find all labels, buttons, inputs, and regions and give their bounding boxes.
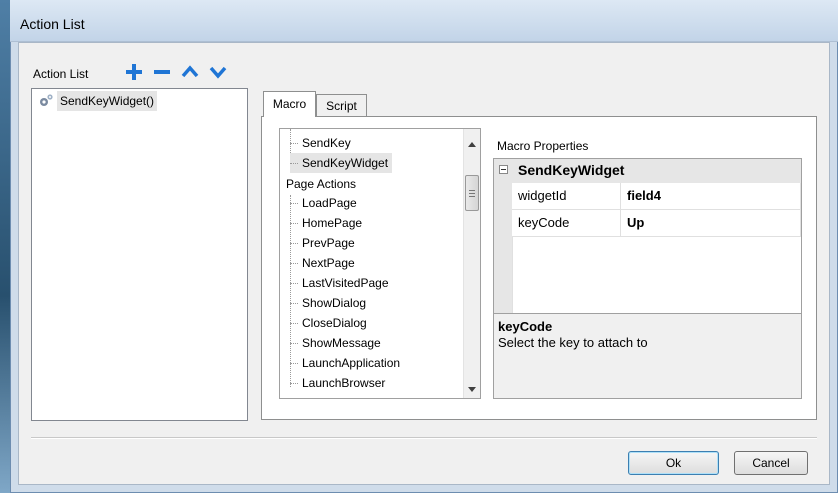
property-value[interactable]: Up: [621, 210, 801, 237]
tree-item[interactable]: LaunchBrowser: [290, 373, 385, 393]
help-title: keyCode: [498, 319, 553, 334]
property-help-panel: keyCode Select the key to attach to: [494, 313, 801, 398]
ok-button[interactable]: Ok: [628, 451, 719, 475]
property-category-title: SendKeyWidget: [518, 162, 625, 178]
tree-item[interactable]: LoadPage: [290, 193, 357, 213]
property-name[interactable]: keyCode: [512, 210, 621, 237]
arrow-down-icon[interactable]: [208, 62, 228, 82]
action-list-box[interactable]: SendKeyWidget(): [31, 88, 248, 421]
scroll-thumb[interactable]: [465, 175, 479, 211]
property-grid[interactable]: SendKeyWidget widgetId field4 keyCode Up…: [493, 158, 802, 399]
tree-group-page-actions[interactable]: Page Actions: [286, 174, 356, 194]
macro-tree[interactable]: SendKey SendKeyWidget Page Actions LoadP…: [279, 128, 481, 399]
tree-item[interactable]: CloseDialog: [290, 313, 367, 333]
separator: [31, 437, 817, 439]
tab-macro[interactable]: Macro: [263, 91, 316, 117]
arrow-up-icon[interactable]: [180, 62, 200, 82]
gear-icon: [38, 93, 54, 109]
help-text: Select the key to attach to: [498, 335, 648, 350]
action-list-item[interactable]: SendKeyWidget(): [57, 91, 158, 111]
tree-item[interactable]: ShowDialog: [290, 293, 366, 313]
title-bar[interactable]: [10, 0, 838, 42]
property-value[interactable]: field4: [621, 183, 801, 210]
tree-item-sendkey[interactable]: SendKey: [290, 133, 351, 153]
tree-item[interactable]: PrevPage: [290, 233, 355, 253]
minus-icon[interactable]: [152, 62, 172, 82]
window-title: Action List: [20, 16, 85, 32]
collapse-icon[interactable]: [499, 165, 508, 174]
background-window-edge: [0, 0, 10, 493]
property-category-row[interactable]: SendKeyWidget: [494, 159, 801, 183]
tab-script[interactable]: Script: [316, 94, 367, 117]
tree-item[interactable]: NextPage: [290, 253, 355, 273]
tree-item[interactable]: LaunchApplication: [290, 353, 400, 373]
property-gutter: [494, 183, 512, 313]
property-name[interactable]: widgetId: [512, 183, 621, 210]
cancel-button[interactable]: Cancel: [734, 451, 808, 475]
tree-item-sendkeywidget[interactable]: SendKeyWidget: [290, 153, 393, 173]
vertical-scrollbar[interactable]: [463, 129, 480, 398]
tree-item[interactable]: HomePage: [290, 213, 362, 233]
property-empty-area: [512, 237, 801, 313]
scroll-up-icon[interactable]: [468, 137, 476, 147]
tree-item[interactable]: ShowMessage: [290, 333, 381, 353]
plus-icon[interactable]: [124, 62, 144, 82]
action-list-label: Action List: [33, 67, 89, 81]
scroll-down-icon[interactable]: [468, 383, 476, 392]
macro-properties-label: Macro Properties: [497, 139, 589, 153]
tree-item[interactable]: LastVisitedPage: [290, 273, 389, 293]
